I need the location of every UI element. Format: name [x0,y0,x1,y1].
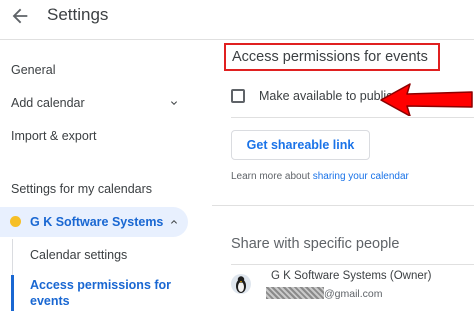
learn-more-prefix: Learn more about [231,171,313,182]
person-name: G K Software Systems (Owner) [271,270,432,282]
chevron-down-icon[interactable] [168,97,180,109]
red-arrow-annotation [380,83,473,116]
back-button[interactable] [9,5,31,27]
avatar [231,274,251,294]
section-title-access-permissions: Access permissions for events [224,43,440,71]
make-public-checkbox[interactable] [231,89,245,103]
email-suffix: @gmail.com [324,288,383,300]
sidebar-calendar-item[interactable]: G K Software Systems [0,207,188,237]
sidebar-item-import-export[interactable]: Import & export [11,129,96,143]
learn-more-text: Learn more about sharing your calendar [231,171,409,182]
active-indicator [11,275,14,311]
settings-sidebar: General Add calendar Import & export Set… [0,41,200,311]
sharing-calendar-link[interactable]: sharing your calendar [313,171,409,182]
redacted-email-block [266,287,324,299]
sidebar-section-heading: Settings for my calendars [11,182,153,196]
divider [231,264,474,265]
divider [212,205,474,206]
sidebar-item-general[interactable]: General [11,63,55,77]
chevron-up-icon[interactable] [168,216,180,228]
penguin-avatar-icon [236,276,246,293]
calendar-color-dot [10,216,21,227]
app-header: Settings [0,0,474,40]
sidebar-item-add-calendar[interactable]: Add calendar [11,96,85,110]
share-specific-people-title: Share with specific people [231,236,400,252]
divider [231,117,474,118]
get-shareable-link-button[interactable]: Get shareable link [231,130,370,160]
sidebar-item-access-permissions[interactable]: Access permissions for events [30,277,180,309]
make-public-label[interactable]: Make available to public [259,89,392,103]
sidebar-item-calendar-settings[interactable]: Calendar settings [30,248,127,262]
arrow-back-icon [12,8,28,24]
calendar-name: G K Software Systems [30,215,164,229]
page-title: Settings [47,5,109,24]
person-email: @gmail.com [266,287,383,300]
